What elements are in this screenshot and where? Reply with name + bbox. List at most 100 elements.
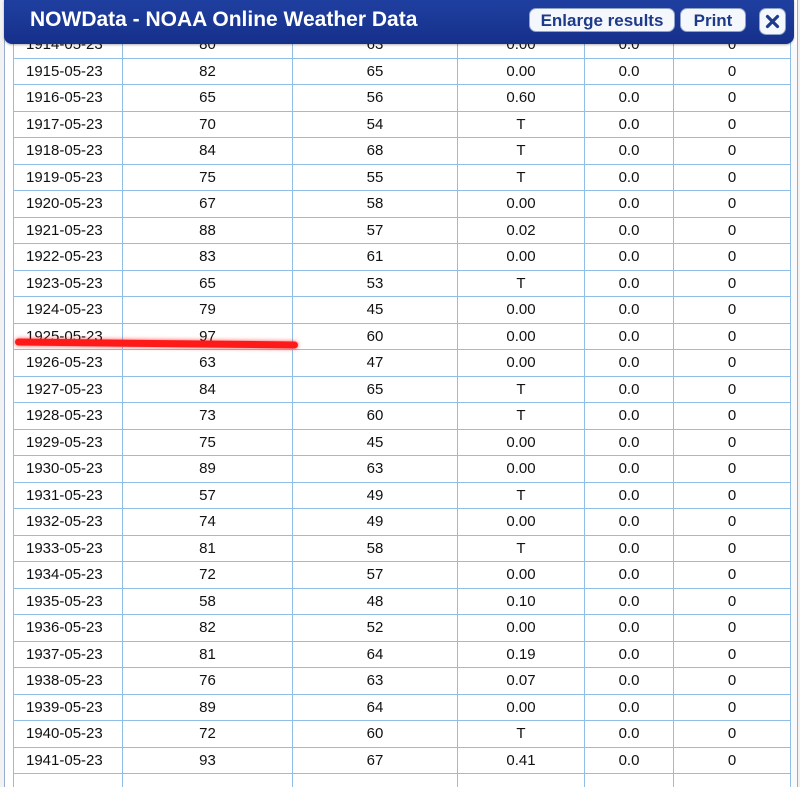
table-cell: 1934-05-23 (13, 561, 123, 589)
table-cell: 72 (122, 720, 293, 748)
results-table: 1914-05-23 80 63 0.00 0.0 0 1915-05-23 82 65 0.00… (13, 31, 791, 787)
table-cell: 0.00 (457, 243, 585, 271)
results-table-container[interactable]: 1914-05-23 80 63 0.00 0.0 0 1915-05-23 82 65 0.00… (13, 31, 797, 787)
table-cell: 83 (122, 243, 293, 271)
table-row: 1926-05-23 63 47 0.00 0.0 0 (13, 349, 791, 377)
table-cell: 1922-05-23 (13, 243, 123, 271)
table-row: 1939-05-23 89 64 0.00 0.0 0 (13, 693, 791, 721)
table-cell: 58 (292, 190, 458, 218)
table-cell: 0.0 (584, 190, 674, 218)
table-cell: 0.0 (584, 57, 674, 85)
table-cell: 70 (122, 110, 293, 138)
table-row: 1920-05-23 67 58 0.00 0.0 0 (13, 190, 791, 218)
table-cell: 88 (122, 216, 293, 244)
table-cell: 0.0 (584, 481, 674, 509)
table-cell: 58 (292, 534, 458, 562)
table-cell: 63 (292, 455, 458, 483)
table-row: 1922-05-23 83 61 0.00 0.0 0 (13, 243, 791, 271)
table-cell: 1929-05-23 (13, 428, 123, 456)
table-cell: 1928-05-23 (13, 402, 123, 430)
table-cell: 1939-05-23 (13, 693, 123, 721)
scrollbar-track[interactable] (791, 44, 797, 787)
table-row: 1915-05-23 82 65 0.00 0.0 0 (13, 57, 791, 85)
table-cell: 0.0 (584, 640, 674, 668)
table-cell: 0 (673, 587, 791, 615)
table-cell: 72 (122, 561, 293, 589)
print-button[interactable]: Print (680, 8, 746, 32)
table-cell (673, 773, 791, 787)
table-cell: 0 (673, 84, 791, 112)
table-cell: 61 (292, 243, 458, 271)
table-cell: 45 (292, 428, 458, 456)
table-cell: 0.07 (457, 667, 585, 695)
table-row: 1921-05-23 88 57 0.02 0.0 0 (13, 216, 791, 244)
enlarge-results-button[interactable]: Enlarge results (529, 8, 675, 32)
table-row: 1917-05-23 70 54 T 0.0 0 (13, 110, 791, 138)
table-cell: 54 (292, 110, 458, 138)
table-cell: 67 (122, 190, 293, 218)
table-cell: 0 (673, 322, 791, 350)
table-cell (584, 773, 674, 787)
close-button[interactable] (759, 8, 786, 35)
table-cell (13, 773, 123, 787)
table-cell: 0.0 (584, 402, 674, 430)
table-cell: T (457, 375, 585, 403)
table-cell: 0.10 (457, 587, 585, 615)
table-cell: 0.0 (584, 534, 674, 562)
results-dialog: 1914-05-23 80 63 0.00 0.0 0 1915-05-23 82 65 0.00… (4, 0, 798, 787)
table-cell: 0.0 (584, 163, 674, 191)
table-cell: 64 (292, 640, 458, 668)
table-cell: T (457, 534, 585, 562)
table-cell: 0.0 (584, 322, 674, 350)
table-row: 1936-05-23 82 52 0.00 0.0 0 (13, 614, 791, 642)
table-cell: 0 (673, 481, 791, 509)
table-cell: 68 (292, 137, 458, 165)
table-row: 1933-05-23 81 58 T 0.0 0 (13, 534, 791, 562)
table-cell: 0 (673, 455, 791, 483)
table-cell: 65 (122, 84, 293, 112)
table-cell (457, 773, 585, 787)
table-cell: 0.0 (584, 561, 674, 589)
table-cell: 49 (292, 481, 458, 509)
table-cell: 93 (122, 746, 293, 774)
table-row: 1932-05-23 74 49 0.00 0.0 0 (13, 508, 791, 536)
table-cell: 0 (673, 243, 791, 271)
table-cell: 1921-05-23 (13, 216, 123, 244)
table-row: 1924-05-23 79 45 0.00 0.0 0 (13, 296, 791, 324)
table-cell: 1940-05-23 (13, 720, 123, 748)
table-cell (292, 773, 458, 787)
table-cell: 1931-05-23 (13, 481, 123, 509)
table-cell: 89 (122, 455, 293, 483)
table-row: 1930-05-23 89 63 0.00 0.0 0 (13, 455, 791, 483)
table-cell: 60 (292, 720, 458, 748)
table-cell: T (457, 163, 585, 191)
table-cell: 60 (292, 322, 458, 350)
table-cell: 49 (292, 508, 458, 536)
table-cell: 0 (673, 110, 791, 138)
table-cell: 0.0 (584, 720, 674, 748)
dialog-titlebar: NOWData - NOAA Online Weather Data Enlar… (4, 0, 794, 44)
table-cell: 0.0 (584, 587, 674, 615)
table-cell: 82 (122, 614, 293, 642)
table-cell: 0.0 (584, 693, 674, 721)
table-cell: 65 (122, 269, 293, 297)
table-cell: 1941-05-23 (13, 746, 123, 774)
table-cell: 1936-05-23 (13, 614, 123, 642)
table-cell: 0.19 (457, 640, 585, 668)
table-cell: 55 (292, 163, 458, 191)
table-cell: 1937-05-23 (13, 640, 123, 668)
table-cell: 57 (122, 481, 293, 509)
table-cell: 76 (122, 667, 293, 695)
table-cell: 0 (673, 402, 791, 430)
table-cell: 0.0 (584, 375, 674, 403)
table-cell: 0.00 (457, 561, 585, 589)
table-cell: 0.00 (457, 349, 585, 377)
table-cell: 0.0 (584, 746, 674, 774)
table-cell (122, 773, 293, 787)
table-cell: 0.00 (457, 455, 585, 483)
table-cell: 1938-05-23 (13, 667, 123, 695)
table-cell: 0 (673, 428, 791, 456)
table-cell: 0.00 (457, 190, 585, 218)
table-cell: 81 (122, 640, 293, 668)
table-cell: 65 (292, 57, 458, 85)
